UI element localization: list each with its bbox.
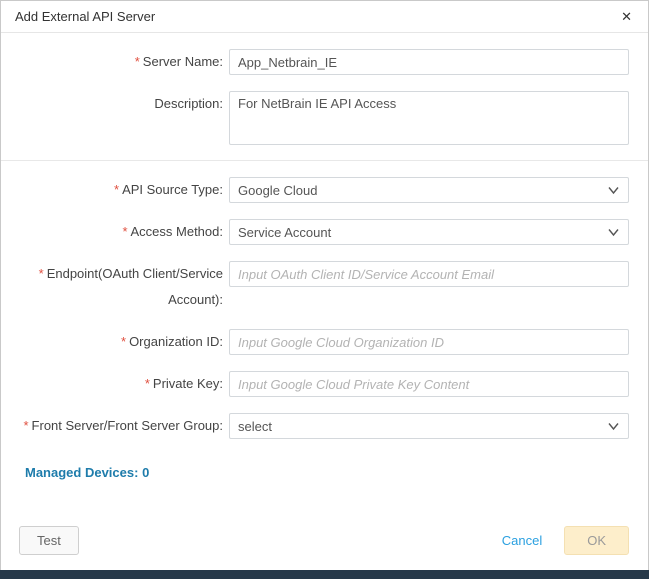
close-icon[interactable]: ✕ xyxy=(619,8,634,25)
dialog-title: Add External API Server xyxy=(15,9,155,24)
organization-id-input[interactable] xyxy=(229,329,629,355)
field-row-api-source-type: *API Source Type: Google Cloud xyxy=(19,177,629,203)
field-row-access-method: *Access Method: Service Account xyxy=(19,219,629,245)
required-asterisk: * xyxy=(121,334,126,349)
dialog-header: Add External API Server ✕ xyxy=(1,1,648,33)
add-external-api-server-dialog: Add External API Server ✕ *Server Name: … xyxy=(0,0,649,570)
dialog-body: *Server Name: Description: For NetBrain … xyxy=(1,33,648,480)
field-row-endpoint: *Endpoint(OAuth Client/Service Account): xyxy=(19,261,629,313)
private-key-label: *Private Key: xyxy=(19,371,223,397)
server-name-label: *Server Name: xyxy=(19,49,223,75)
required-asterisk: * xyxy=(122,224,127,239)
chevron-down-icon xyxy=(608,186,619,195)
field-row-description: Description: For NetBrain IE API Access xyxy=(19,91,629,148)
description-textarea[interactable]: For NetBrain IE API Access xyxy=(229,91,629,145)
field-row-front-server: *Front Server/Front Server Group: select xyxy=(19,413,629,439)
api-source-type-label: *API Source Type: xyxy=(19,177,223,203)
field-row-private-key: *Private Key: xyxy=(19,371,629,397)
api-source-type-select[interactable]: Google Cloud xyxy=(229,177,629,203)
test-button[interactable]: Test xyxy=(19,526,79,555)
chevron-down-icon xyxy=(608,422,619,431)
managed-devices-count: 0 xyxy=(142,465,149,480)
endpoint-label: *Endpoint(OAuth Client/Service Account): xyxy=(19,261,223,313)
required-asterisk: * xyxy=(114,182,119,197)
selected-value: select xyxy=(238,419,272,434)
managed-devices-label: Managed Devices: xyxy=(25,465,138,480)
required-asterisk: * xyxy=(135,54,140,69)
ok-button[interactable]: OK xyxy=(564,526,629,555)
section-divider xyxy=(1,160,648,161)
dialog-footer: Test Cancel OK xyxy=(1,526,648,570)
selected-value: Google Cloud xyxy=(238,183,318,198)
access-method-label: *Access Method: xyxy=(19,219,223,245)
front-server-label: *Front Server/Front Server Group: xyxy=(19,413,223,439)
required-asterisk: * xyxy=(23,418,28,433)
field-row-organization-id: *Organization ID: xyxy=(19,329,629,355)
organization-id-label: *Organization ID: xyxy=(19,329,223,355)
description-label: Description: xyxy=(19,91,223,117)
required-asterisk: * xyxy=(145,376,150,391)
field-row-server-name: *Server Name: xyxy=(19,49,629,75)
background-page-strip xyxy=(0,570,649,579)
access-method-select[interactable]: Service Account xyxy=(229,219,629,245)
managed-devices-status: Managed Devices: 0 xyxy=(25,465,629,480)
cancel-button[interactable]: Cancel xyxy=(502,533,542,548)
selected-value: Service Account xyxy=(238,225,331,240)
private-key-input[interactable] xyxy=(229,371,629,397)
required-asterisk: * xyxy=(39,266,44,281)
endpoint-input[interactable] xyxy=(229,261,629,287)
front-server-select[interactable]: select xyxy=(229,413,629,439)
server-name-input[interactable] xyxy=(229,49,629,75)
chevron-down-icon xyxy=(608,228,619,237)
